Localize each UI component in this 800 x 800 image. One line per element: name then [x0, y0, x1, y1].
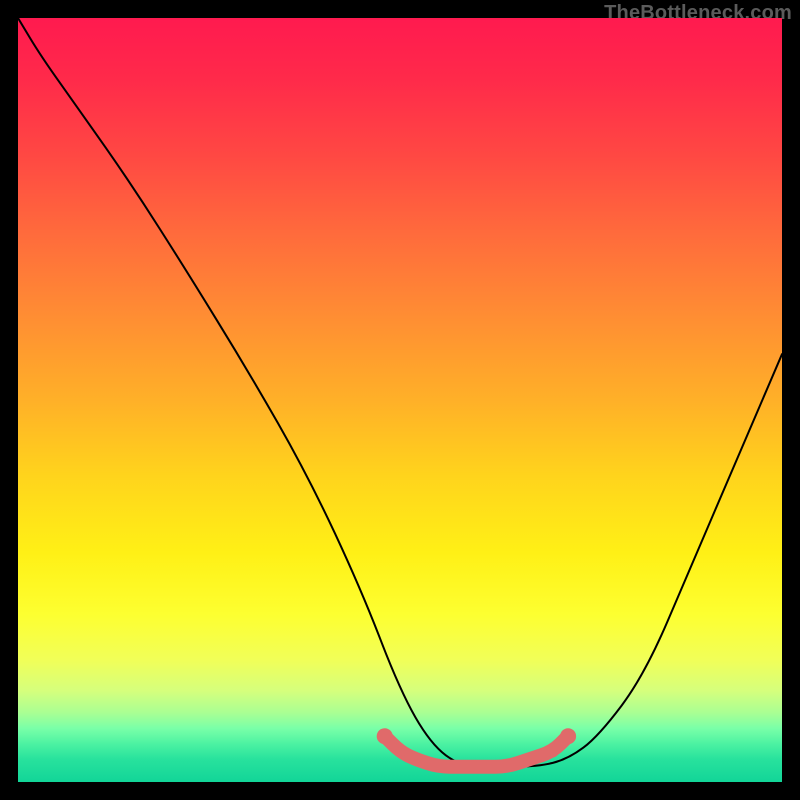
chart-frame: TheBottleneck.com [0, 0, 800, 800]
optimal-range-dot [560, 728, 576, 744]
curve-group [18, 18, 782, 767]
bottleneck-curve-line [18, 18, 782, 767]
plot-area [18, 18, 782, 782]
optimal-range-dot [377, 728, 393, 744]
optimal-range-dot [547, 745, 559, 757]
chart-svg [18, 18, 782, 782]
optimal-range-line [385, 736, 568, 767]
optimal-range-dot [394, 745, 406, 757]
